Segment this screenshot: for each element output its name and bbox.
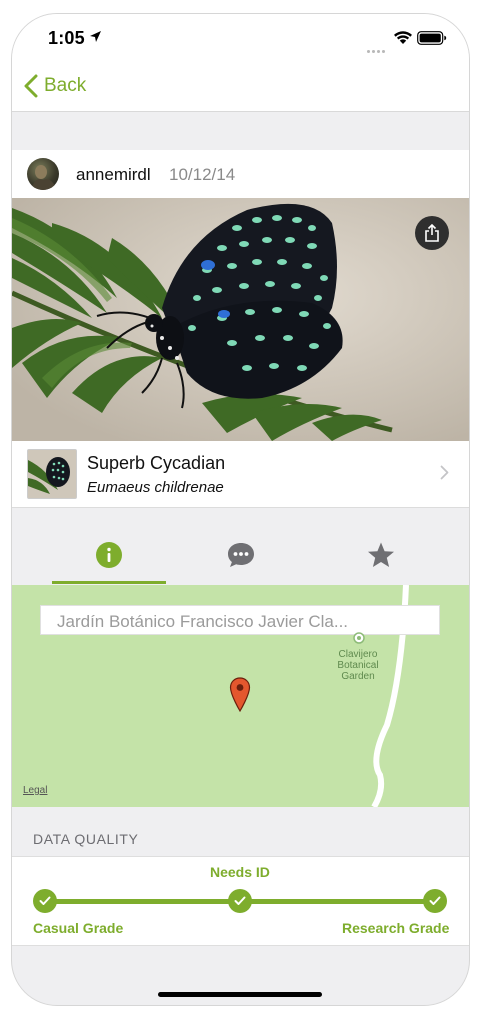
observer-row[interactable]: annemirdl 10/12/14 [12, 150, 469, 198]
observation-date: 10/12/14 [169, 165, 236, 184]
needs-id-label: Needs ID [210, 864, 270, 880]
share-button[interactable] [415, 216, 449, 250]
map-place-search-field[interactable]: Jardín Botánico Francisco Javier Cla... [40, 605, 440, 635]
data-quality-header: DATA QUALITY [33, 831, 139, 847]
back-button[interactable]: Back [24, 74, 86, 98]
location-arrow-icon [90, 31, 101, 42]
back-label: Back [44, 75, 87, 96]
status-time: 1:05 [48, 28, 85, 48]
research-grade-check-icon [423, 889, 447, 913]
data-quality-panel: Needs ID Casual Grade Research Grade [12, 856, 469, 946]
chat-bubble-icon [228, 543, 254, 567]
poi-marker-icon [353, 632, 365, 644]
needs-id-check-icon [228, 889, 252, 913]
research-grade-label: Research Grade [342, 920, 450, 936]
poi-label: Clavijero Botanical Garden [337, 649, 379, 682]
location-map[interactable]: Jardín Botánico Francisco Javier Cla... … [12, 585, 469, 807]
chevron-right-icon [440, 465, 449, 480]
detail-tabs [12, 508, 469, 585]
battery-icon [417, 31, 447, 45]
taxon-thumbnail [27, 449, 77, 499]
info-icon [96, 542, 122, 568]
tab-faves[interactable] [307, 508, 459, 585]
taxon-scientific-name: Eumaeus childrenae [87, 479, 224, 496]
taxon-common-name: Superb Cycadian [87, 453, 226, 473]
home-indicator[interactable] [158, 992, 322, 997]
status-bar: 1:05 [12, 14, 469, 64]
map-pin-icon[interactable] [229, 677, 251, 713]
casual-grade-label: Casual Grade [33, 920, 124, 936]
legal-link[interactable]: Legal [23, 785, 47, 796]
wifi-icon [394, 31, 412, 44]
star-icon [368, 542, 394, 567]
tab-activity[interactable] [164, 508, 316, 585]
username[interactable]: annemirdl [76, 165, 151, 185]
taxon-row[interactable]: Superb Cycadian Eumaeus childrenae [12, 441, 469, 508]
observation-photo[interactable] [12, 198, 469, 441]
avatar[interactable] [27, 158, 59, 190]
casual-grade-check-icon [33, 889, 57, 913]
cellular-signal-icon [367, 40, 389, 53]
share-icon [425, 224, 439, 242]
chevron-left-icon [24, 74, 38, 98]
butterfly-photo-image [12, 198, 469, 441]
active-tab-indicator [52, 581, 166, 584]
navigation-bar: Back [12, 64, 469, 112]
tab-info[interactable] [22, 508, 174, 585]
phone-frame: 1:05 Back annemirdl 10/12/14 Superb Cyca… [11, 13, 470, 1006]
